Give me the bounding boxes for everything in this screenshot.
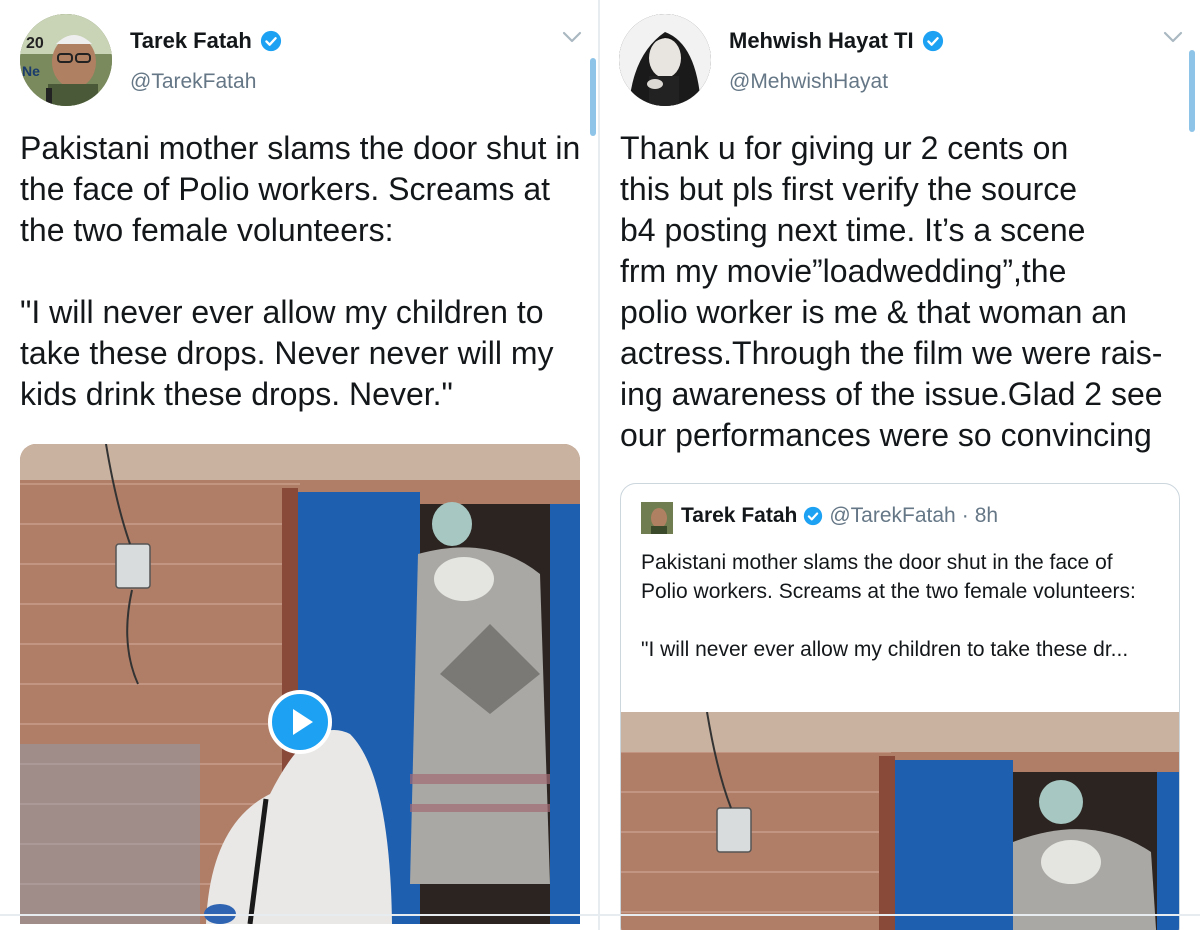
quoted-author-handle: @TarekFatah xyxy=(829,504,956,527)
svg-text:Ne: Ne xyxy=(22,63,40,79)
play-video-button[interactable] xyxy=(268,690,332,754)
author-handle[interactable]: @MehwishHayat xyxy=(729,70,888,94)
quoted-timestamp: 8h xyxy=(974,504,999,527)
verified-badge-icon xyxy=(922,30,943,52)
verified-badge-icon xyxy=(804,506,823,526)
original-tweet-panel: 20 Ne Tarek Fatah @TarekFatah Pakistani … xyxy=(0,0,600,930)
author-handle[interactable]: @TarekFatah xyxy=(130,70,256,94)
verified-badge-icon xyxy=(260,30,281,52)
svg-text:20: 20 xyxy=(26,35,44,52)
quoted-tweet-header: Tarek Fatah @TarekFatah · 8h xyxy=(681,504,998,528)
chevron-down-icon[interactable] xyxy=(1163,30,1183,44)
reply-tweet-panel: Mehwish Hayat TI @MehwishHayat Thank u f… xyxy=(601,0,1200,930)
tweet-video-thumbnail[interactable] xyxy=(20,444,580,924)
author-display-name[interactable]: Tarek Fatah xyxy=(130,28,252,54)
quoted-author-name: Tarek Fatah xyxy=(681,504,798,527)
author-name-row: Tarek Fatah xyxy=(130,28,282,54)
chevron-down-icon[interactable] xyxy=(562,30,582,44)
quoted-tweet-media xyxy=(621,712,1179,930)
quoted-separator: · xyxy=(961,504,969,527)
play-icon xyxy=(292,709,313,735)
author-name-row: Mehwish Hayat TI xyxy=(729,28,944,54)
quoted-author-avatar xyxy=(641,502,673,534)
mehwish-hayat-avatar[interactable] xyxy=(619,14,711,106)
author-display-name[interactable]: Mehwish Hayat TI xyxy=(729,28,914,54)
tweet-text: Pakistani mother slams the door shut in … xyxy=(20,130,581,412)
tarek-fatah-avatar[interactable]: 20 Ne xyxy=(20,14,112,106)
scroll-indicator[interactable] xyxy=(590,58,596,136)
tweet-text: Thank u for giving ur 2 cents on this bu… xyxy=(620,130,1163,453)
quoted-tweet-card[interactable]: Tarek Fatah @TarekFatah · 8h Pakistani m… xyxy=(620,483,1180,930)
scroll-indicator[interactable] xyxy=(1189,50,1195,132)
bottom-divider xyxy=(0,914,1200,916)
quoted-tweet-text: Pakistani mother slams the door shut in … xyxy=(641,551,1136,661)
